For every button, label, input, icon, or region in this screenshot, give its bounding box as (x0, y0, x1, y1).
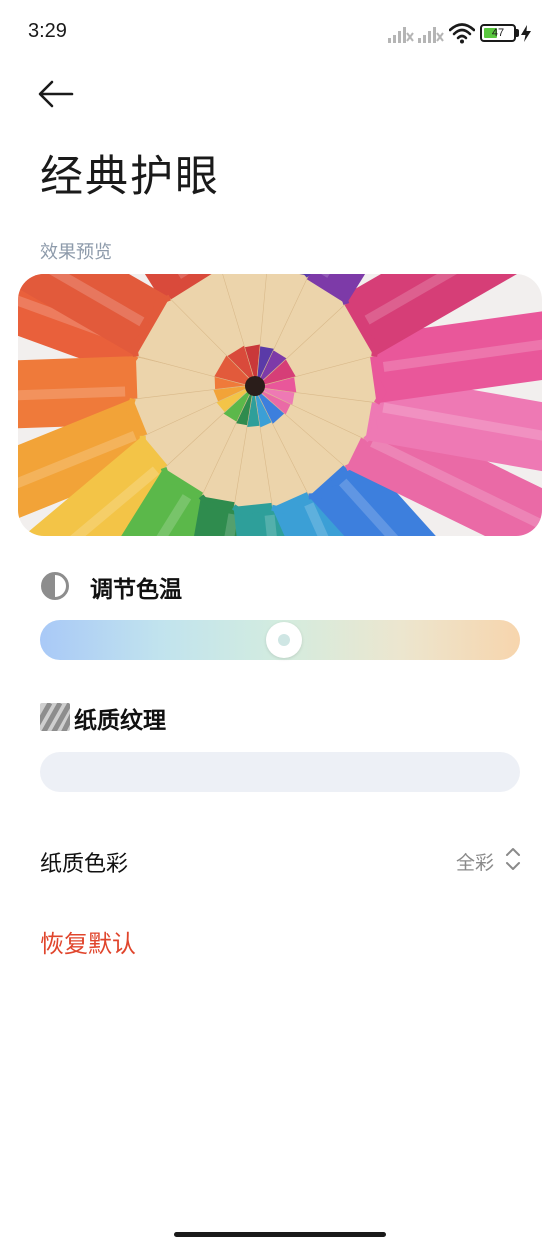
paper-color-label: 纸质色彩 (40, 852, 129, 877)
chevron-up-down-icon (506, 848, 520, 870)
color-temperature-slider[interactable] (40, 620, 520, 660)
battery-percent: 47 (491, 27, 505, 39)
colored-pencils-preview-image (18, 274, 542, 536)
paper-color-row[interactable]: 纸质色彩 全彩 (0, 830, 560, 890)
wifi-icon (449, 23, 475, 44)
paper-texture-slider[interactable] (40, 752, 520, 792)
eye-care-settings-page: 3:29 47 经典护眼 效果预览 调节色温 纸质纹理 纸质色彩 全彩 恢复默认 (0, 0, 560, 1246)
contrast-icon (41, 572, 69, 600)
paper-color-value: 全彩 (455, 852, 494, 874)
charging-icon (521, 25, 531, 42)
preview-label: 效果预览 (40, 242, 112, 263)
status-bar: 3:29 47 (0, 0, 560, 68)
color-temperature-title: 调节色温 (90, 577, 182, 603)
signal-icon (418, 27, 444, 43)
slider-thumb-dot (278, 634, 290, 646)
home-indicator[interactable] (174, 1232, 386, 1237)
signal-icon (388, 27, 414, 43)
back-arrow-icon[interactable] (36, 76, 80, 112)
page-title: 经典护眼 (40, 152, 220, 202)
reset-default-button[interactable]: 恢复默认 (40, 924, 136, 959)
battery-icon: 47 (480, 24, 516, 42)
battery-tip (516, 29, 519, 37)
texture-icon (40, 703, 70, 731)
color-temperature-slider-thumb[interactable] (266, 622, 302, 658)
status-time: 3:29 (28, 20, 67, 42)
paper-texture-title: 纸质纹理 (74, 708, 166, 734)
